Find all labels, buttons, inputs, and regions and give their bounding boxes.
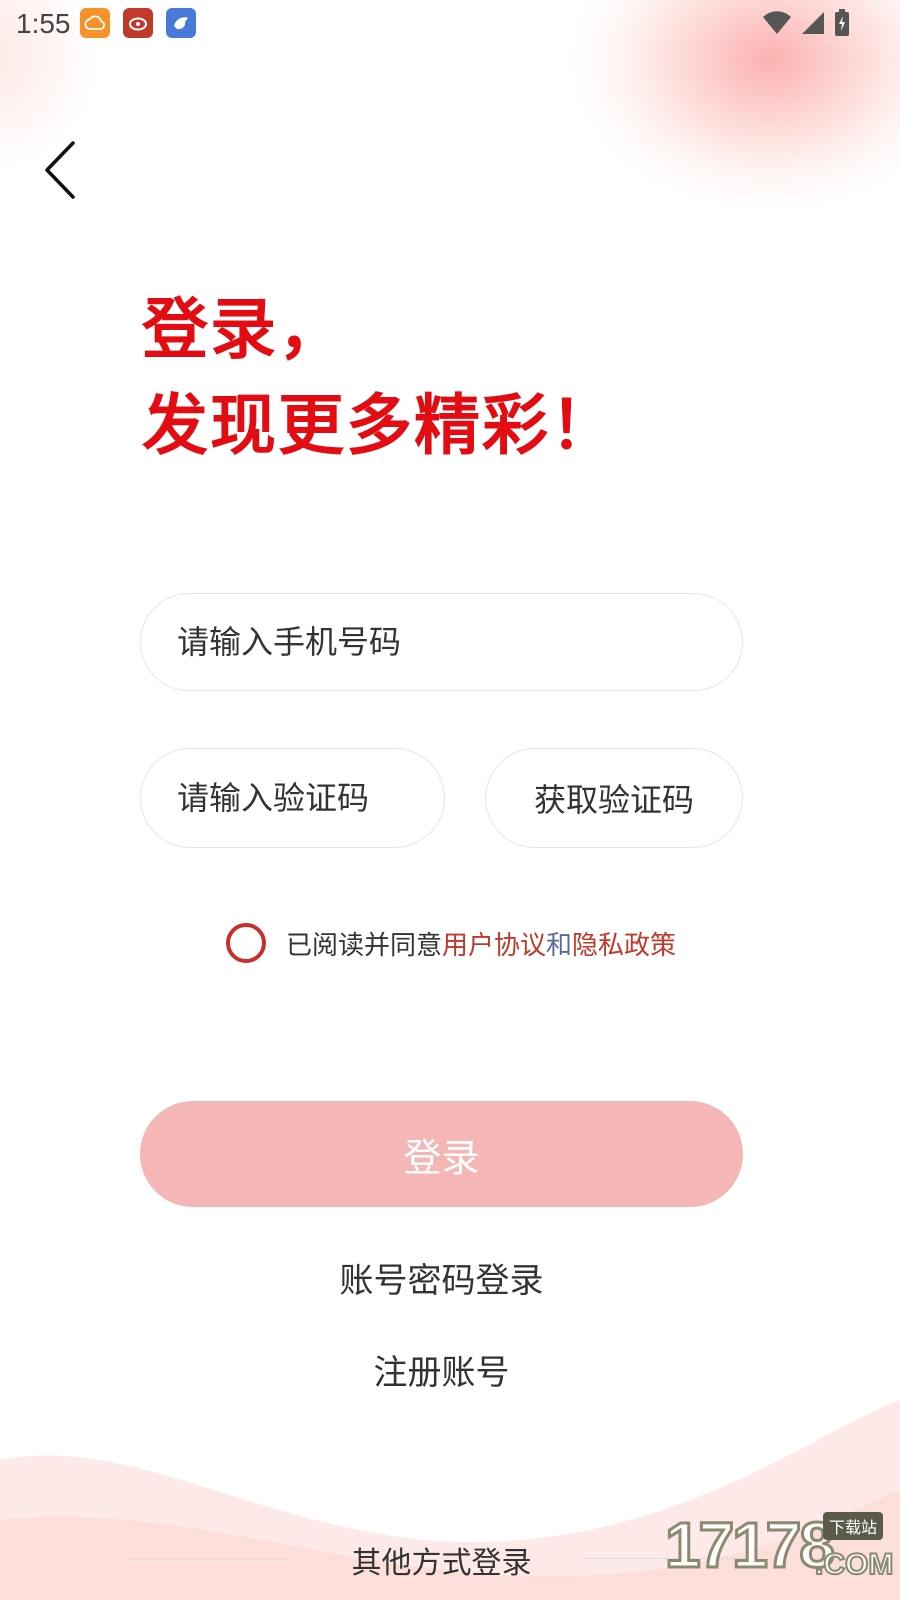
chevron-left-icon xyxy=(45,141,75,199)
back-button[interactable] xyxy=(30,135,90,205)
bird-app-icon xyxy=(166,8,196,38)
headline-line-2: 发现更多精彩！ xyxy=(142,387,618,464)
watermark-number: 17178 xyxy=(664,1508,837,1583)
get-code-button[interactable]: 获取验证码 xyxy=(485,748,743,848)
privacy-policy-link[interactable]: 隐私政策 xyxy=(572,931,676,961)
login-screen: 1:55 登录， 发现更多精彩！ 获取验证码 xyxy=(0,0,900,1600)
page-headline: 登录， 发现更多精彩！ xyxy=(142,282,618,474)
status-bar: 1:55 xyxy=(0,0,900,48)
agreement-and: 和 xyxy=(546,930,573,961)
watermark-suffix: .COM xyxy=(814,1547,894,1582)
user-agreement-link[interactable]: 用户协议 xyxy=(442,931,546,961)
watermark-badge: 下载站 xyxy=(823,1512,884,1540)
signal-icon xyxy=(802,12,824,34)
password-login-link[interactable]: 账号密码登录 xyxy=(0,1253,883,1302)
verification-code-input[interactable] xyxy=(141,778,444,818)
weibo-icon xyxy=(123,8,153,38)
phone-field xyxy=(140,593,743,691)
agreement-text: 已阅读并同意用户协议和隐私政策 xyxy=(286,925,676,962)
watermark-logo: 17178 下载站 .COM xyxy=(664,1508,895,1600)
login-button[interactable]: 登录 xyxy=(140,1101,743,1207)
agreement-row: 已阅读并同意用户协议和隐私政策 xyxy=(226,918,676,968)
weather-cloud-icon xyxy=(80,8,110,38)
phone-input[interactable] xyxy=(141,622,742,662)
code-field xyxy=(140,748,445,848)
agreement-checkbox[interactable] xyxy=(226,923,266,963)
register-link[interactable]: 注册账号 xyxy=(0,1345,883,1394)
status-time: 1:55 xyxy=(16,8,71,39)
agreement-prefix: 已阅读并同意 xyxy=(286,930,443,961)
headline-line-1: 登录， xyxy=(142,291,346,368)
wifi-icon xyxy=(763,11,791,35)
battery-charging-icon xyxy=(835,9,849,36)
